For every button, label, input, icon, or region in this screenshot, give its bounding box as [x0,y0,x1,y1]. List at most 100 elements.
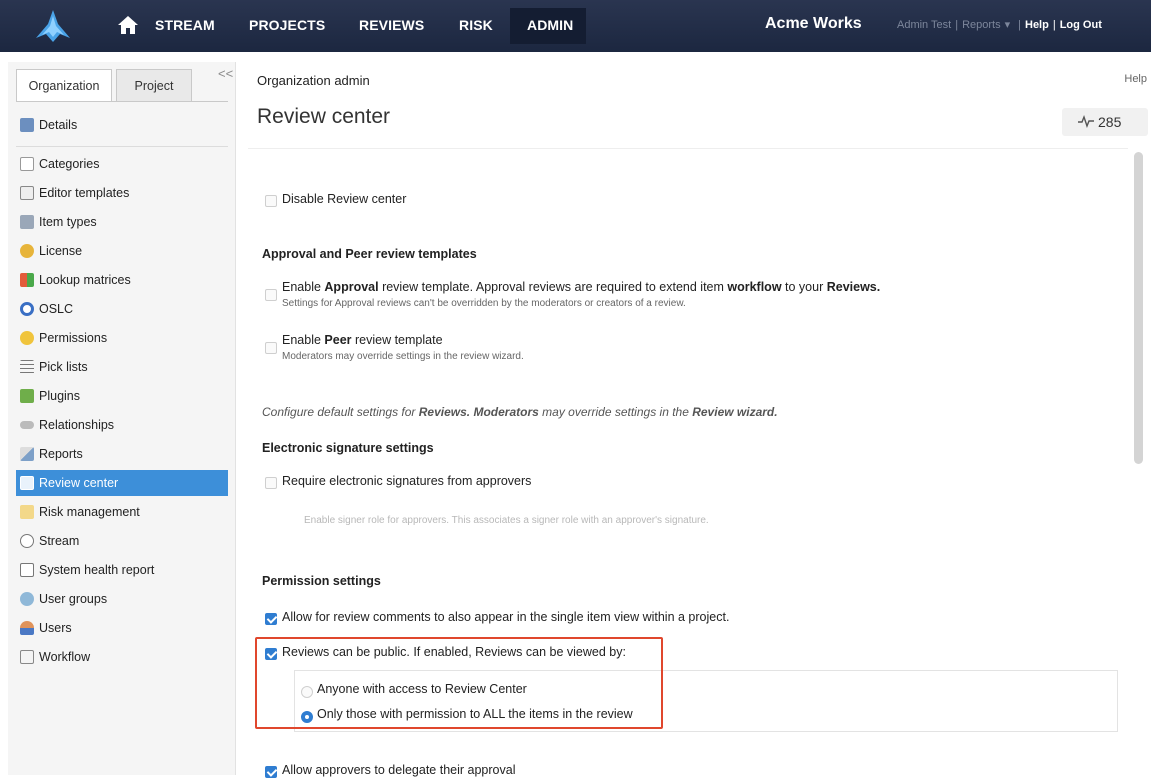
esig-heading: Electronic signature settings [262,441,434,455]
home-icon[interactable] [116,13,140,37]
approval-template-help: Settings for Approval reviews can't be o… [282,298,686,309]
esig-signer-role-option: Enable signer role for approvers. This a… [304,515,709,526]
peer-template-checkbox[interactable] [265,342,277,354]
nav-stream[interactable]: STREAM [155,17,215,33]
list-lines-icon [20,360,34,374]
link-icon [20,421,34,429]
key-icon [20,244,34,258]
review-icon [20,476,34,490]
sidebar-item-label: Pick lists [39,360,88,374]
esig-label: Require electronic signatures from appro… [282,474,532,488]
sidebar-item-permissions[interactable]: Permissions [16,325,228,351]
approval-template-checkbox[interactable] [265,289,277,301]
user-name-link[interactable]: Admin Test [897,19,951,31]
top-navigation-bar: STREAM PROJECTS REVIEWS RISK ADMIN Acme … [0,0,1151,52]
esig-checkbox[interactable] [265,477,277,489]
sidebar-item-details[interactable]: Details [16,112,228,138]
sidebar-item-item-types[interactable]: Item types [16,209,228,235]
user-links: Admin Test | Reports ▾ | Help | Log Out [897,19,1102,31]
sidebar-item-workflow[interactable]: Workflow [16,644,228,670]
nav-admin[interactable]: ADMIN [527,17,573,33]
tab-underline [16,101,228,102]
sidebar-item-label: Workflow [39,650,91,664]
help-link[interactable]: Help [1025,19,1049,31]
oslc-icon [20,302,34,316]
sidebar-item-label: Item types [39,215,97,229]
approval-template-label: Enable Approval review template. Approva… [282,280,881,294]
user-icon [20,621,34,635]
sidebar-item-label: Stream [39,534,80,548]
nav-projects[interactable]: PROJECTS [249,17,325,33]
sidebar-item-pick-lists[interactable]: Pick lists [16,354,228,380]
sidebar-item-label: Lookup matrices [39,273,131,287]
admin-sidebar: Organization Project << Details Categori… [8,62,236,775]
sidebar-item-editor-templates[interactable]: Editor templates [16,180,228,206]
tag-icon [20,157,34,171]
delegate-approval-checkbox[interactable] [265,766,277,778]
grid-icon [20,273,34,287]
sidebar-item-reports[interactable]: Reports [16,441,228,467]
sidebar-item-relationships[interactable]: Relationships [16,412,228,438]
sidebar-item-label: Categories [39,157,100,171]
sidebar-item-system-health-report[interactable]: System health report [16,557,228,583]
group-icon [20,592,34,606]
sidebar-item-label: Review center [39,476,119,490]
settings-form: Disable Review center Approval and Peer … [248,148,1128,778]
collapse-sidebar-icon[interactable]: << [218,66,233,81]
risk-icon [20,505,34,519]
logout-link[interactable]: Log Out [1060,19,1102,31]
sidebar-item-label: Permissions [39,331,108,345]
page-help-link[interactable]: Help [1124,73,1147,85]
speech-icon [20,534,34,548]
sidebar-item-label: User groups [39,592,108,606]
tab-project[interactable]: Project [116,69,192,101]
details-icon [20,118,34,132]
sidebar-item-label: Details [39,118,78,132]
reports-link[interactable]: Reports [962,19,1001,31]
sidebar-item-label: System health report [39,563,155,577]
main-panel: Organization admin Help Review center 28… [244,62,1151,778]
lock-icon [20,331,34,345]
sidebar-item-user-groups[interactable]: User groups [16,586,228,612]
breadcrumb[interactable]: Organization admin [257,73,370,88]
sidebar-item-label: Users [39,621,72,635]
highlight-annotation-box [255,637,663,729]
sidebar-item-stream[interactable]: Stream [16,528,228,554]
template-icon [20,186,34,200]
sidebar-item-label: License [39,244,83,258]
counter-value: 285 [1098,114,1122,130]
sidebar-item-lookup-matrices[interactable]: Lookup matrices [16,267,228,293]
sidebar-item-review-center[interactable]: Review center [16,470,228,496]
pulse-icon [1078,114,1094,129]
sidebar-item-label: Editor templates [39,186,130,200]
templates-heading: Approval and Peer review templates [262,247,477,261]
workflow-icon [20,650,34,664]
configure-defaults-note: Configure default settings for Reviews. … [262,405,778,419]
chart-icon [20,447,34,461]
vertical-scrollbar[interactable] [1134,152,1143,464]
sidebar-item-plugins[interactable]: Plugins [16,383,228,409]
sidebar-item-users[interactable]: Users [16,615,228,641]
page-title: Review center [257,105,391,128]
sidebar-item-categories[interactable]: Categories [16,151,228,177]
nav-reviews[interactable]: REVIEWS [359,17,424,33]
activity-counter[interactable]: 285 [1062,108,1148,136]
sidebar-item-license[interactable]: License [16,238,228,264]
health-icon [20,563,34,577]
sidebar-item-risk-management[interactable]: Risk management [16,499,228,525]
permission-heading: Permission settings [262,574,381,588]
nav-risk[interactable]: RISK [459,17,493,33]
peer-template-help: Moderators may override settings in the … [282,351,524,362]
sidebar-item-oslc[interactable]: OSLC [16,296,228,322]
brand-name: Acme Works [765,15,862,32]
peer-template-label: Enable Peer review template [282,333,443,347]
tab-organization[interactable]: Organization [16,69,112,101]
disable-review-center-checkbox[interactable] [265,195,277,207]
disable-review-center-label: Disable Review center [282,192,407,206]
sidebar-item-label: Plugins [39,389,80,403]
sidebar-item-label: OSLC [39,302,74,316]
review-comments-checkbox[interactable] [265,613,277,625]
list-icon [20,215,34,229]
sidebar-item-label: Risk management [39,505,140,519]
app-logo-icon[interactable] [34,8,72,44]
